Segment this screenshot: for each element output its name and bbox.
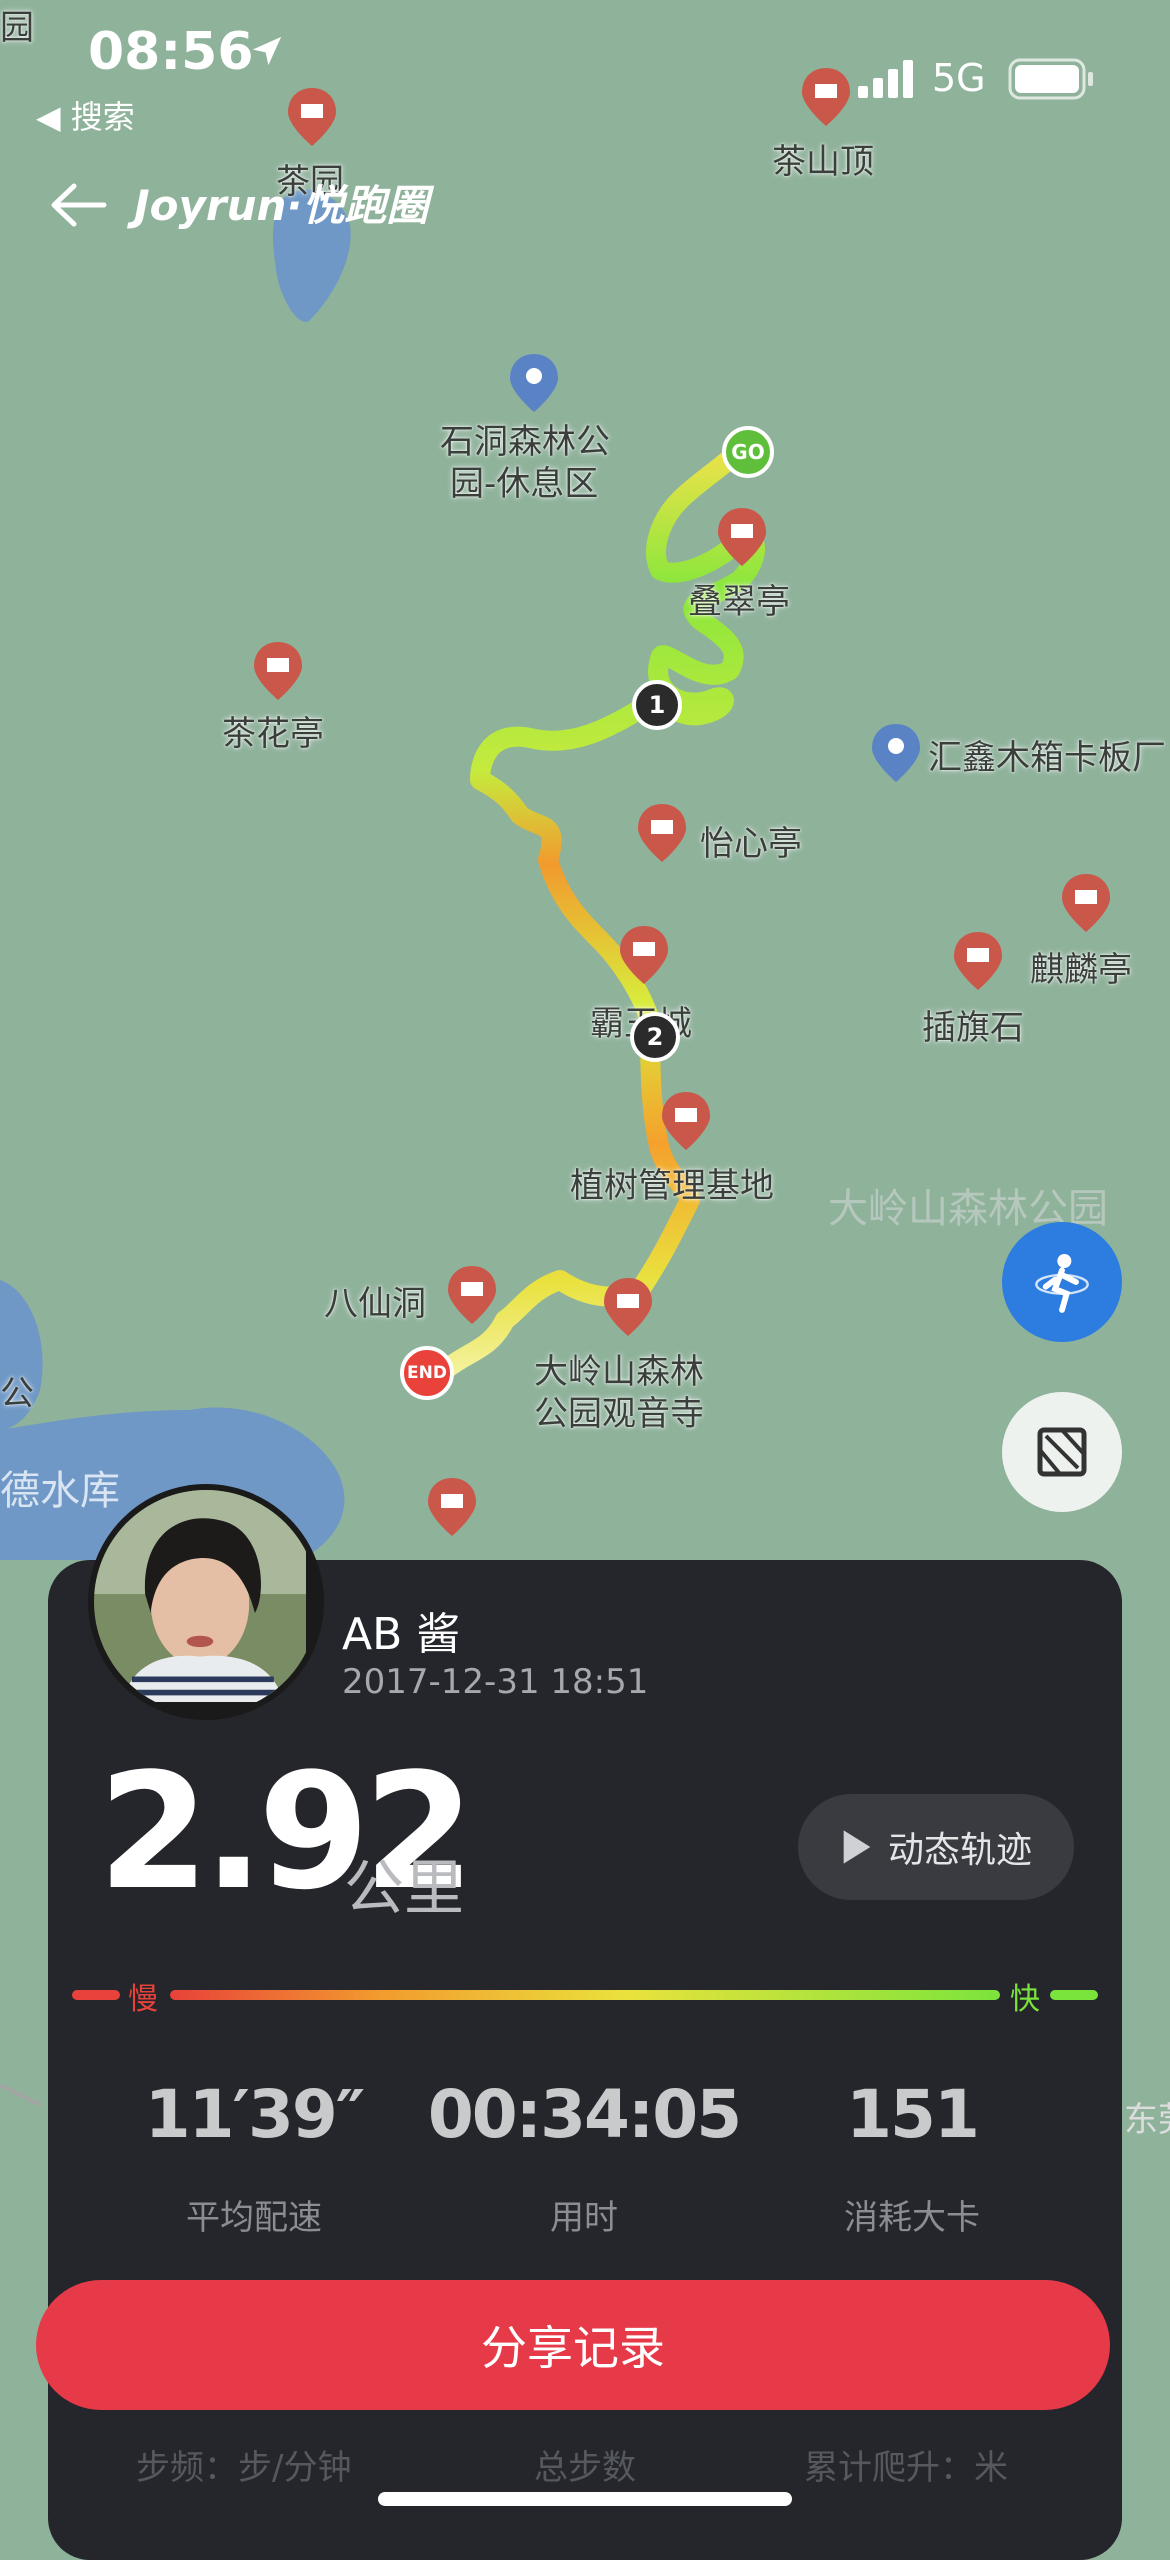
- elevation-label: 累计爬升：米: [804, 2448, 1008, 2488]
- poi-label: 公: [0, 1374, 34, 1414]
- temple-pin-icon: [428, 1478, 476, 1536]
- calories-label: 消耗大卡: [844, 2198, 980, 2238]
- distance-unit: 公里: [344, 1854, 464, 1924]
- run-datetime: 2017-12-31 18:51: [342, 1662, 649, 1702]
- slow-bar: [72, 1990, 120, 2000]
- replay-track-button[interactable]: 动态轨迹: [798, 1794, 1074, 1900]
- play-icon: [843, 1830, 871, 1864]
- temple-pin-icon: [604, 1278, 652, 1336]
- reservoir-label: 德水库: [0, 1468, 120, 1514]
- location-pin-icon: [872, 724, 920, 782]
- temple-pin-icon: [638, 804, 686, 862]
- calories-value: 151: [846, 2076, 980, 2153]
- avg-pace-value: 11′39″: [144, 2076, 366, 2153]
- poi-label: 园-休息区: [450, 464, 599, 504]
- user-name: AB 酱: [342, 1609, 461, 1660]
- start-marker: GO: [722, 426, 774, 478]
- runner-icon: [1035, 1254, 1089, 1313]
- temple-pin-icon: [254, 642, 302, 700]
- total-steps-label: 总步数: [534, 2448, 636, 2488]
- poi-label: 叠翠亭: [688, 582, 790, 622]
- back-arrow-icon[interactable]: [48, 178, 108, 232]
- poi-label: 茶山顶: [772, 142, 874, 182]
- temple-pin-icon: [620, 926, 668, 984]
- pace-fast-label: 快: [1010, 1982, 1040, 2017]
- poi-label: 茶花亭: [222, 714, 324, 754]
- duration-label: 用时: [550, 2198, 618, 2238]
- temple-pin-icon: [288, 88, 336, 146]
- poi-label: 园: [0, 8, 34, 48]
- poi-label: 公园观音寺: [534, 1394, 704, 1434]
- temple-pin-icon: [662, 1092, 710, 1150]
- fast-bar: [1050, 1990, 1098, 2000]
- replay-track-label: 动态轨迹: [887, 1830, 1032, 1871]
- poi-label: 怡心亭: [700, 824, 802, 864]
- network-type: 5G: [932, 56, 986, 100]
- pace-gradient-bar: [170, 1990, 1000, 2000]
- km-marker: 1: [632, 680, 682, 730]
- temple-pin-icon: [448, 1266, 496, 1324]
- avatar[interactable]: [88, 1484, 324, 1720]
- temple-pin-icon: [718, 508, 766, 566]
- avg-pace-label: 平均配速: [186, 2198, 322, 2238]
- temple-pin-icon: [1062, 874, 1110, 932]
- battery-icon: [1008, 58, 1093, 100]
- duration-value: 00:34:05: [427, 2076, 742, 2153]
- cadence-label: 步频：步/分钟: [136, 2448, 352, 2488]
- map-toggle-icon: [1037, 1427, 1087, 1477]
- share-record-button[interactable]: 分享记录: [36, 2280, 1110, 2410]
- poi-label: 东莞: [1124, 2100, 1170, 2140]
- pace-slow-label: 慢: [128, 1982, 158, 2017]
- end-marker: END: [400, 1346, 454, 1400]
- back-to-search[interactable]: ◀ 搜索: [36, 92, 135, 138]
- status-time: 08:56: [88, 22, 254, 82]
- location-pin-icon: [510, 354, 558, 412]
- temple-pin-icon: [802, 68, 850, 126]
- km-marker: 2: [630, 1012, 680, 1062]
- temple-pin-icon: [954, 932, 1002, 990]
- signal-icon: [858, 60, 913, 98]
- user-photo: [94, 1490, 306, 1702]
- map-layer-button[interactable]: [1002, 1392, 1122, 1512]
- home-indicator[interactable]: [378, 2492, 792, 2506]
- poi-label: 植树管理基地: [570, 1166, 774, 1206]
- poi-label: 八仙洞: [324, 1284, 426, 1324]
- brand-title: Joyrun·悦跑圈: [134, 181, 429, 230]
- poi-label: 麒麟亭: [1030, 950, 1132, 990]
- location-arrow-icon: [252, 36, 282, 66]
- run-mode-button[interactable]: [1002, 1222, 1122, 1342]
- poi-label: 插旗石: [922, 1008, 1024, 1048]
- poi-label: 汇鑫木箱卡板厂: [928, 738, 1166, 778]
